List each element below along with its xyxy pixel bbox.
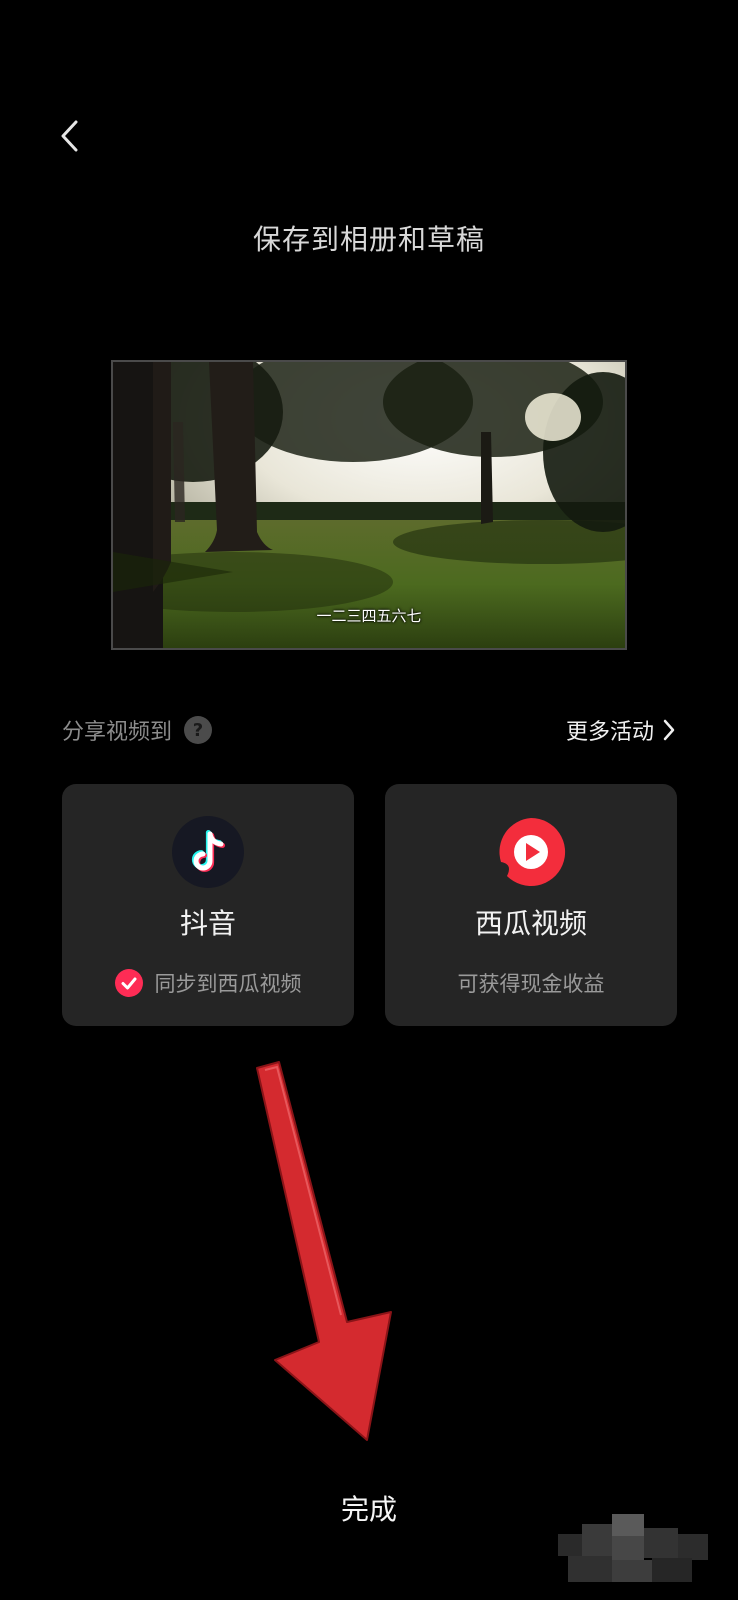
blurred-watermark [558,1514,708,1582]
xigua-earnings-label: 可获得现金收益 [457,972,605,996]
more-activities-link[interactable]: 更多活动 [566,714,676,746]
sync-xigua-toggle[interactable]: 同步到西瓜视频 [62,968,354,998]
card-sub-xigua: 可获得现金收益 [385,968,677,998]
checkbox-checked-icon [114,969,143,997]
douyin-icon [172,816,244,888]
video-preview[interactable]: 一二三四五六七 [111,360,627,650]
page-title: 保存到相册和草稿 [252,223,485,256]
video-subtitle: 一二三四五六七 [316,607,422,625]
sync-xigua-label: 同步到西瓜视频 [154,972,302,996]
card-name-douyin: 抖音 [179,907,236,940]
share-card-xigua[interactable]: 西瓜视频 可获得现金收益 [385,784,677,1026]
xigua-icon [499,817,566,886]
share-label: 分享视频到 [62,720,173,745]
share-card-douyin[interactable]: 抖音 同步到西瓜视频 [62,784,354,1026]
chevron-right-icon [663,719,675,741]
chevron-left-icon [61,120,78,152]
share-label-group: 分享视频到 ? [62,714,213,746]
back-button[interactable] [50,112,90,160]
help-icon[interactable]: ? [184,716,213,744]
share-row: 分享视频到 ? 更多活动 [62,712,676,748]
card-name-xigua: 西瓜视频 [474,907,587,940]
more-activities-label: 更多活动 [565,720,654,745]
red-arrow-annotation [256,1061,392,1441]
